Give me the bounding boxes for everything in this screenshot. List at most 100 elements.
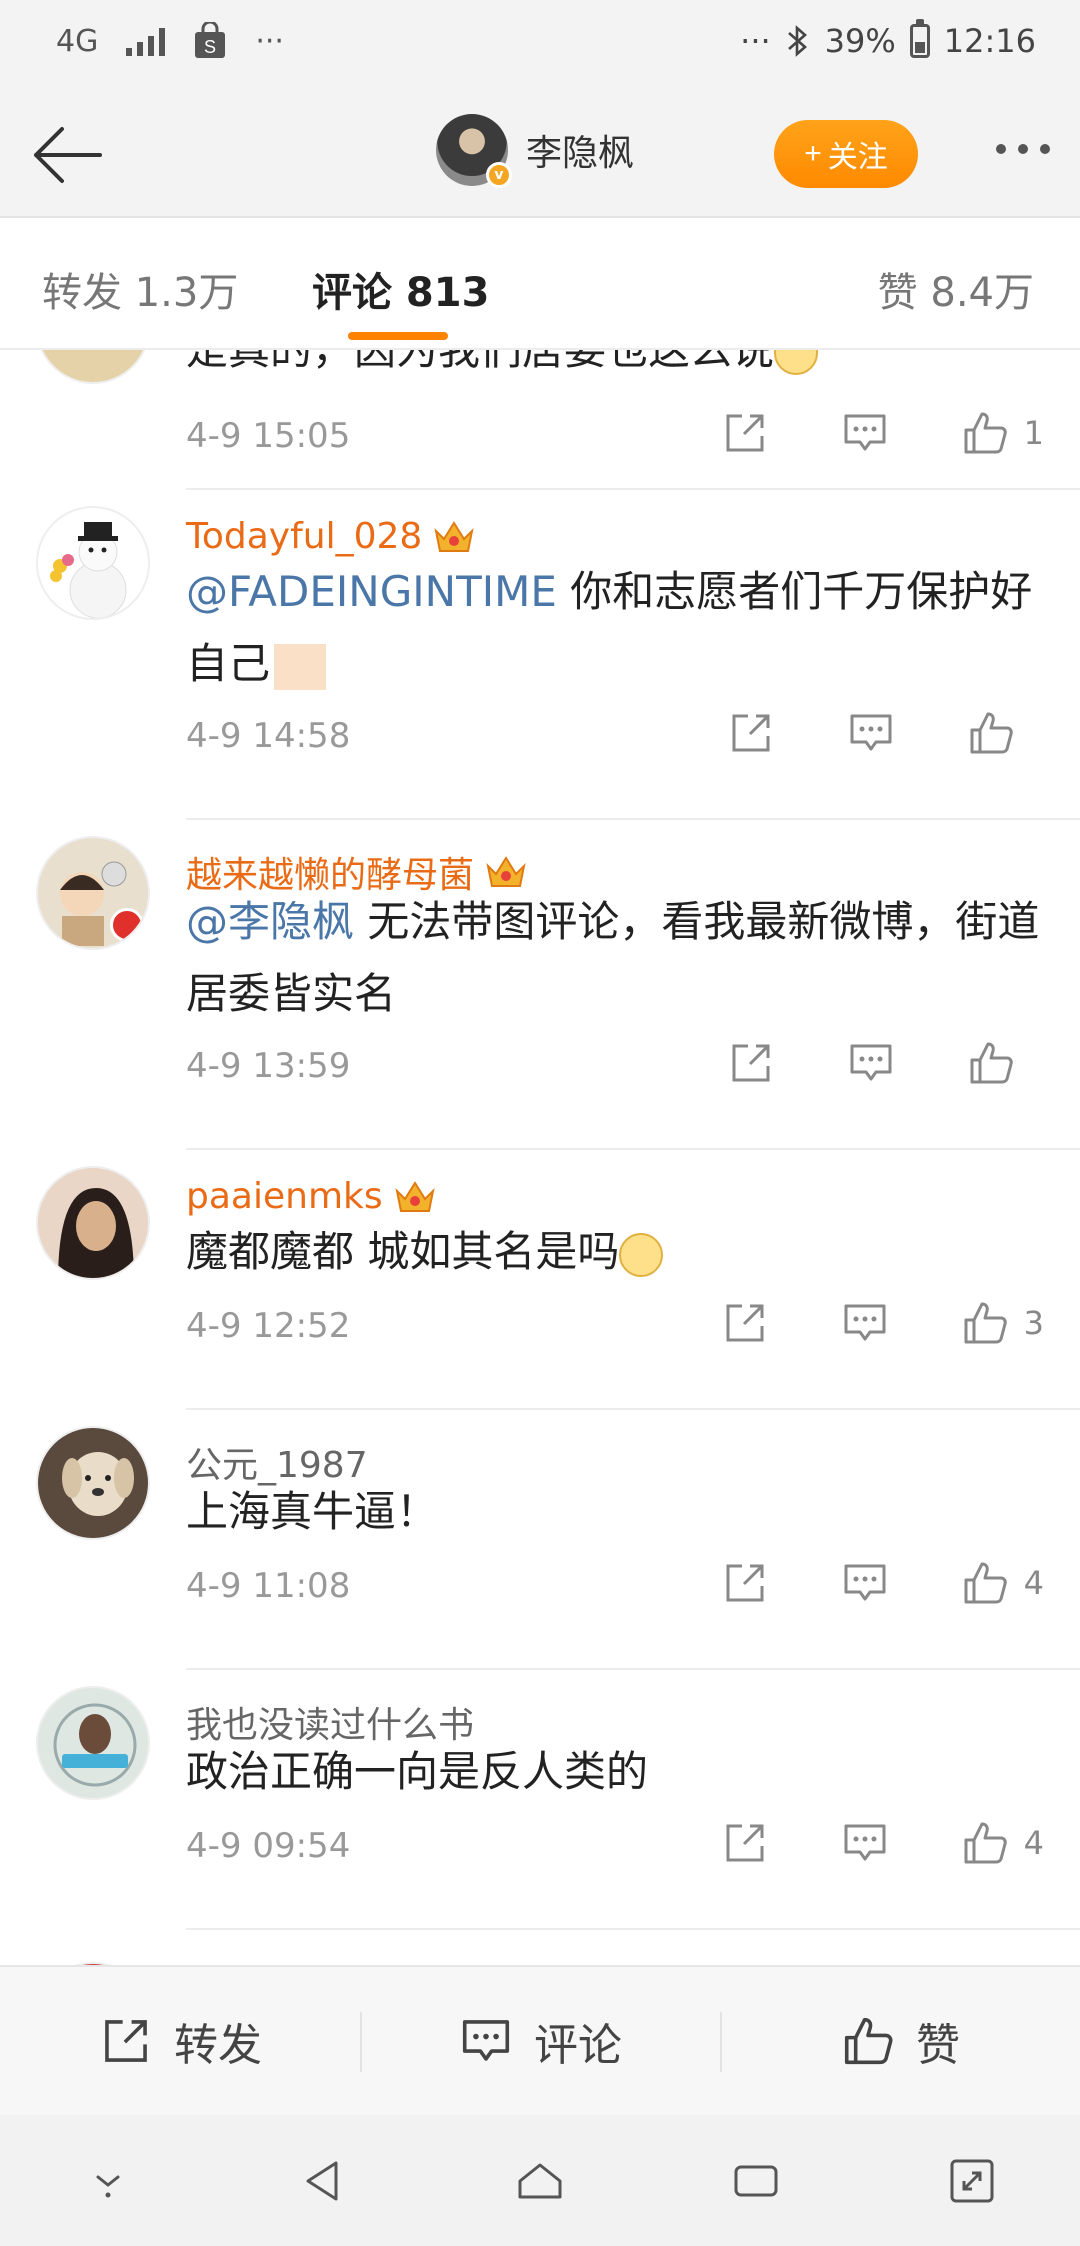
divider (186, 1928, 1080, 1930)
like-button[interactable]: 4 (960, 1818, 1044, 1868)
share-icon (105, 2020, 147, 2062)
vip-crown-icon (394, 1180, 435, 1212)
comment-actions (656, 708, 1016, 758)
mention-link[interactable]: @李隐枫 (186, 897, 354, 946)
home-icon[interactable] (512, 2153, 568, 2209)
comment-text: 是真的，因为我们居委也这么说 (186, 350, 1046, 386)
comment-time: 4-9 12:52 (186, 1306, 351, 1346)
portrait-avatar-icon (58, 1188, 134, 1278)
like-button[interactable] (966, 708, 1016, 758)
like-button[interactable]: 3 (960, 1298, 1044, 1348)
comment-label: 评论 (534, 2020, 622, 2071)
thumbs-up-icon (844, 2017, 893, 2065)
tab-comments[interactable]: 评论 813 (312, 260, 489, 318)
thumbs-up-icon (964, 412, 1007, 454)
thumbs-up-icon (970, 712, 1013, 754)
avatar[interactable] (36, 836, 150, 950)
tab-likes[interactable]: 赞 8.4万 (878, 260, 1034, 318)
comment-text: 上海真牛逼！ (186, 1487, 439, 1536)
comment-icon (844, 1564, 886, 1601)
like-button[interactable] (966, 1038, 1016, 1088)
back-arrow-icon[interactable] (28, 120, 108, 190)
avatar[interactable] (36, 1426, 150, 1540)
repost-button[interactable] (720, 408, 770, 458)
more-options-icon[interactable] (996, 144, 1050, 154)
comment-text: 政治正确一向是反人类的 (186, 1747, 649, 1796)
reply-button[interactable] (840, 1818, 890, 1868)
repost-button[interactable] (726, 1038, 776, 1088)
like-button[interactable]: 4 (960, 1558, 1044, 1608)
svg-text:S: S (204, 37, 216, 57)
avatar[interactable] (36, 1686, 150, 1800)
repost-button[interactable] (720, 1818, 770, 1868)
avatar[interactable] (36, 506, 150, 620)
recent-apps-icon[interactable] (728, 2153, 784, 2209)
list-item: paaienmks 魔都魔都 城如其名是吗 4-9 12:52 3 (0, 1150, 1080, 1410)
reply-button[interactable] (840, 1298, 890, 1348)
badge-avatar-icon (53, 1703, 137, 1787)
list-item: 我也没读过什么书 政治正确一向是反人类的 4-9 09:54 4 (0, 1670, 1080, 1930)
verified-badge-icon: v (486, 162, 512, 188)
comment-time: 4-9 13:59 (186, 1046, 351, 1086)
bluetooth-icon (787, 25, 807, 57)
comment-actions: 4 (650, 1558, 1044, 1608)
comment-actions: 4 (650, 1818, 1044, 1868)
back-icon[interactable] (296, 2153, 352, 2209)
comment-author[interactable]: paaienmks (186, 1176, 437, 1217)
pray-emoji-icon (274, 643, 327, 690)
like-button[interactable]: 赞 (720, 1967, 1080, 2115)
thumbs-up-icon (964, 1822, 1007, 1864)
hide-keyboard-icon[interactable] (80, 2153, 136, 2209)
repost-button[interactable] (726, 708, 776, 758)
system-nav-bar (0, 2115, 1080, 2246)
profile-header[interactable]: v 李隐枫 (436, 114, 634, 188)
username[interactable]: 李隐枫 (526, 124, 634, 176)
comment-text: 魔都魔都 城如其名是吗 (186, 1216, 1046, 1288)
avatar[interactable] (36, 1166, 150, 1280)
avatar[interactable] (36, 350, 150, 384)
share-icon (726, 1304, 764, 1342)
comment-time: 4-9 14:58 (186, 716, 351, 756)
thumbs-up-icon (964, 1302, 1007, 1344)
repost-button[interactable]: 转发 (0, 1967, 360, 2115)
expand-icon[interactable] (944, 2153, 1000, 2209)
comment-list[interactable]: 是真的，因为我们居委也这么说 4-9 15:05 1 (0, 350, 1080, 1965)
network-type: 4G (56, 23, 99, 59)
plus-icon: + (804, 137, 822, 170)
repost-button[interactable] (720, 1298, 770, 1348)
repost-button[interactable] (720, 1558, 770, 1608)
share-icon (732, 714, 770, 752)
repost-label: 转发 (174, 2020, 262, 2071)
share-icon (732, 1044, 770, 1082)
comment-time: 4-9 09:54 (186, 1826, 351, 1866)
top-nav: v 李隐枫 + 关注 (0, 92, 1080, 218)
mention-link[interactable]: @FADEINGINTIME (186, 567, 557, 616)
tab-reposts[interactable]: 转发 1.3万 (42, 260, 238, 318)
list-item: 是真的，因为我们居委也这么说 4-9 15:05 1 (0, 350, 1080, 490)
reply-button[interactable] (840, 408, 890, 458)
reply-button[interactable] (840, 1558, 890, 1608)
avatar[interactable]: v (436, 114, 512, 188)
share-icon (726, 1824, 764, 1862)
notification-dots: ··· (255, 23, 284, 59)
comment-button[interactable]: 评论 (360, 1967, 720, 2115)
follow-button[interactable]: + 关注 (774, 120, 918, 188)
vip-crown-icon (486, 856, 526, 887)
thumbs-up-icon (970, 1042, 1013, 1084)
reply-button[interactable] (846, 1038, 896, 1088)
grin-emoji-icon (774, 350, 819, 375)
like-count: 4 (1023, 1564, 1044, 1602)
comment-author[interactable]: Todayful_028 (186, 516, 476, 557)
reply-button[interactable] (846, 708, 896, 758)
signal-icon (126, 26, 166, 56)
comment-icon (844, 1824, 886, 1861)
comment-time: 4-9 11:08 (186, 1566, 351, 1606)
comment-icon (850, 1044, 892, 1081)
like-button[interactable]: 1 (960, 408, 1044, 458)
comment-actions (656, 1038, 1016, 1088)
smile-emoji-icon (619, 1232, 664, 1277)
tab-bar: 转发 1.3万 评论 813 赞 8.4万 (0, 218, 1080, 350)
active-tab-indicator (348, 332, 448, 340)
like-count: 4 (1023, 1824, 1044, 1862)
status-bar: 4G S ··· ··· 39% 12:16 (0, 0, 1080, 92)
